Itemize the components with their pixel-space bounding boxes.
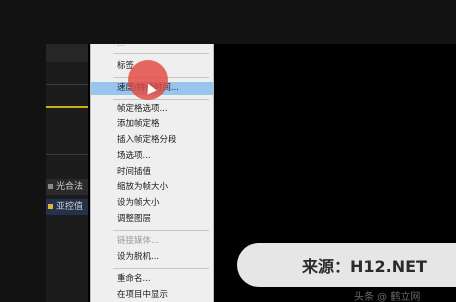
menu-separator bbox=[113, 268, 209, 269]
menu-item-reveal-in-project[interactable]: 在项目中显示 bbox=[91, 289, 213, 302]
menu-item-make-offline[interactable]: 设为脱机... bbox=[91, 251, 213, 264]
menu-item-scale-to-frame-size[interactable]: 缩放为帧大小 bbox=[91, 181, 213, 194]
watermark-text: 来源：H12.NET bbox=[302, 257, 427, 276]
menu-item-add-frame-hold[interactable]: 添加帧定格 bbox=[91, 118, 213, 131]
panel-header bbox=[46, 44, 88, 62]
menu-item-field-options[interactable]: 场选项... bbox=[91, 150, 213, 163]
watermark-faint-text: 头条 @ 鹤立网 bbox=[354, 292, 421, 302]
menu-separator bbox=[113, 53, 209, 54]
screen: 光合法 亚控值 … 标签 速度/持续时间... 帧定格选项... 添加帧定格 插… bbox=[0, 0, 456, 302]
track-row[interactable]: 亚控值 bbox=[46, 199, 88, 215]
menu-item: … bbox=[117, 44, 126, 49]
track-label: 亚控值 bbox=[56, 202, 84, 212]
menu-item-insert-frame-hold-segment[interactable]: 插入帧定格分段 bbox=[91, 134, 213, 147]
context-menu: … 标签 速度/持续时间... 帧定格选项... 添加帧定格 插入帧定格分段 场… bbox=[90, 44, 214, 302]
track-label: 光合法 bbox=[56, 182, 84, 192]
menu-item-label[interactable]: 标签 bbox=[91, 60, 213, 73]
menu-separator bbox=[113, 230, 209, 231]
menu-item-speed-duration[interactable]: 速度/持续时间... bbox=[91, 82, 213, 95]
menu-item-rename[interactable]: 重命名... bbox=[91, 273, 213, 286]
menu-item-set-to-frame-size[interactable]: 设为帧大小 bbox=[91, 197, 213, 210]
menu-item-link-media: 链接媒体... bbox=[117, 236, 160, 246]
menu-separator bbox=[113, 99, 209, 100]
track-color-swatch bbox=[48, 204, 53, 209]
menu-item-frame-hold-options[interactable]: 帧定格选项... bbox=[91, 103, 213, 116]
track-color-swatch bbox=[48, 184, 53, 189]
menu-item-time-interpolation[interactable]: 时间插值 bbox=[91, 166, 213, 179]
timeline-track-panel: 光合法 亚控值 bbox=[46, 44, 88, 302]
panel-divider bbox=[46, 154, 88, 155]
menu-separator bbox=[113, 77, 209, 78]
menu-item-adjustment-layer[interactable]: 调整图层 bbox=[91, 213, 213, 226]
track-row[interactable]: 光合法 bbox=[46, 179, 88, 195]
panel-divider bbox=[46, 84, 88, 85]
timeline-playhead-bar bbox=[46, 106, 88, 108]
